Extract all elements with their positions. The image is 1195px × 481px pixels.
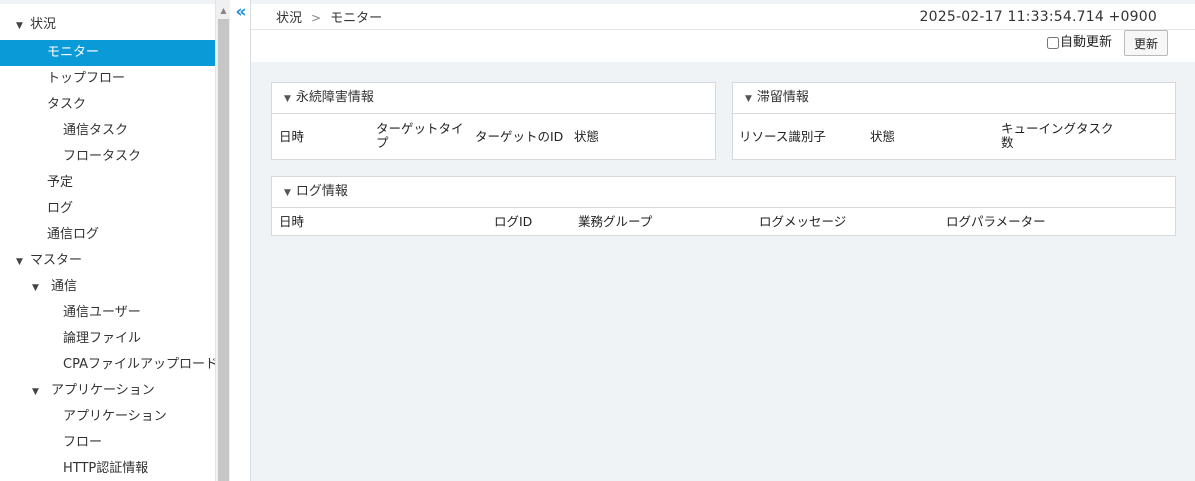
sidebar-item-comm-user[interactable]: 通信ユーザー: [0, 300, 215, 326]
sidebar-item-schedule[interactable]: 予定: [0, 170, 215, 196]
column-header-log-parameter[interactable]: ログパラメーター: [946, 215, 1046, 229]
sidebar-item-label: 通信タスク: [63, 123, 129, 138]
sidebar-item-status[interactable]: ▼ 状況: [0, 12, 215, 38]
refresh-button[interactable]: 更新: [1124, 30, 1168, 56]
sidebar-item-comm-task[interactable]: 通信タスク: [0, 118, 215, 144]
top-bar: 状況 > モニター 2025-02-17 11:33:54.714 +0900 自動…: [251, 0, 1195, 62]
sidebar-item-cpa-upload[interactable]: CPAファイルアップロード: [0, 352, 215, 378]
expand-caret-icon: ▼: [32, 387, 39, 397]
expand-caret-icon: ▼: [16, 21, 23, 31]
expand-caret-icon: ▼: [32, 283, 39, 293]
stagnation-panel: ▼ 滞留情報 リソース識別子 状態 キューイングタスク数: [732, 82, 1176, 160]
sidebar-item-http-auth[interactable]: HTTP認証情報: [0, 456, 215, 481]
column-header-target-type[interactable]: ターゲットタイプ: [376, 122, 466, 150]
collapse-caret-icon: ▼: [745, 94, 752, 104]
app-window: ▼ 状況 モニター トップフロー タスク 通信タスク フロータスク 予定 ログ 通…: [0, 0, 1195, 481]
sidebar-item-label: モニター: [47, 45, 100, 60]
panel-title: 永続障害情報: [295, 90, 374, 105]
breadcrumb: 状況 > モニター: [276, 10, 382, 26]
column-header-datetime[interactable]: 日時: [279, 215, 304, 229]
log-panel-header[interactable]: ▼ ログ情報: [272, 177, 1175, 208]
persistent-error-panel: ▼ 永続障害情報 日時 ターゲットタイプ ターゲットのID 状態: [271, 82, 716, 160]
sidebar-item-log[interactable]: ログ: [0, 196, 215, 222]
sidebar-collapse-strip: «: [230, 0, 251, 481]
sidebar-item-label: CPAファイルアップロード: [63, 357, 215, 372]
sidebar-item-application-group[interactable]: ▼ アプリケーション: [0, 378, 215, 404]
sidebar-scrollbar[interactable]: ▲: [215, 0, 230, 481]
sidebar-item-label: 状況: [30, 17, 57, 32]
sidebar-item-label: 予定: [47, 175, 74, 190]
panel-title: ログ情報: [295, 184, 348, 199]
breadcrumb-item-monitor: モニター: [330, 11, 383, 26]
sidebar-item-label: 通信ログ: [47, 227, 100, 242]
sidebar-item-flow-task[interactable]: フロータスク: [0, 144, 215, 170]
sidebar-nav: ▼ 状況 モニター トップフロー タスク 通信タスク フロータスク 予定 ログ 通…: [0, 0, 215, 481]
collapse-caret-icon: ▼: [284, 188, 291, 198]
breadcrumb-separator-icon: >: [311, 11, 322, 25]
scrollbar-thumb[interactable]: [218, 19, 229, 481]
sidebar-item-label: アプリケーション: [51, 383, 155, 398]
topbar-divider: [251, 29, 1195, 30]
sidebar-item-logical-file[interactable]: 論理ファイル: [0, 326, 215, 352]
scroll-up-arrow-icon[interactable]: ▲: [216, 4, 231, 18]
sidebar-item-label: トップフロー: [47, 71, 126, 86]
column-header-datetime[interactable]: 日時: [279, 130, 304, 144]
auto-refresh-toggle[interactable]: 自動更新: [1047, 34, 1112, 52]
sidebar-item-task[interactable]: タスク: [0, 92, 215, 118]
sidebar-item-label: マスター: [30, 253, 83, 268]
sidebar-item-flow[interactable]: フロー: [0, 430, 215, 456]
expand-caret-icon: ▼: [16, 257, 23, 267]
sidebar-item-label: 通信: [51, 279, 78, 294]
sidebar-item-label: アプリケーション: [63, 409, 167, 424]
column-header-resource-id[interactable]: リソース識別子: [739, 130, 826, 144]
sidebar-item-label: 論理ファイル: [63, 331, 142, 346]
sidebar-item-label: フロー: [63, 435, 103, 450]
column-header-business-group[interactable]: 業務グループ: [578, 215, 652, 229]
column-header-log-message[interactable]: ログメッセージ: [759, 215, 846, 229]
persistent-error-panel-header[interactable]: ▼ 永続障害情報: [272, 83, 715, 114]
log-panel: ▼ ログ情報 日時 ログID 業務グループ ログメッセージ ログパラメーター: [271, 176, 1176, 236]
stagnation-panel-header[interactable]: ▼ 滞留情報: [733, 83, 1175, 114]
sidebar-item-application[interactable]: アプリケーション: [0, 404, 215, 430]
column-header-target-id[interactable]: ターゲットのID: [475, 130, 563, 144]
collapse-caret-icon: ▼: [284, 94, 291, 104]
sidebar-item-comm-log[interactable]: 通信ログ: [0, 222, 215, 248]
sidebar-item-top-flow[interactable]: トップフロー: [0, 66, 215, 92]
auto-refresh-label: 自動更新: [1060, 35, 1113, 50]
sidebar-item-communication[interactable]: ▼ 通信: [0, 274, 215, 300]
sidebar-item-label: フロータスク: [63, 149, 142, 164]
panel-title: 滞留情報: [756, 90, 809, 105]
sidebar-item-master[interactable]: ▼ マスター: [0, 248, 215, 274]
collapse-sidebar-icon[interactable]: «: [233, 3, 249, 21]
sidebar-item-label: ログ: [47, 201, 74, 216]
column-header-queuing-task-count[interactable]: キューイングタスク数: [1001, 122, 1117, 150]
sidebar-item-label: HTTP認証情報: [63, 461, 149, 476]
sidebar-item-monitor[interactable]: モニター: [0, 40, 215, 66]
server-timestamp: 2025-02-17 11:33:54.714 +0900: [919, 9, 1157, 25]
sidebar-item-label: 通信ユーザー: [63, 305, 141, 320]
main-content: 状況 > モニター 2025-02-17 11:33:54.714 +0900 自動…: [251, 0, 1195, 481]
column-header-state[interactable]: 状態: [574, 130, 599, 144]
auto-refresh-checkbox[interactable]: [1047, 37, 1059, 49]
column-header-state[interactable]: 状態: [870, 130, 895, 144]
sidebar-item-label: タスク: [47, 97, 87, 112]
breadcrumb-item-status[interactable]: 状況: [276, 11, 302, 26]
column-header-log-id[interactable]: ログID: [494, 215, 532, 229]
